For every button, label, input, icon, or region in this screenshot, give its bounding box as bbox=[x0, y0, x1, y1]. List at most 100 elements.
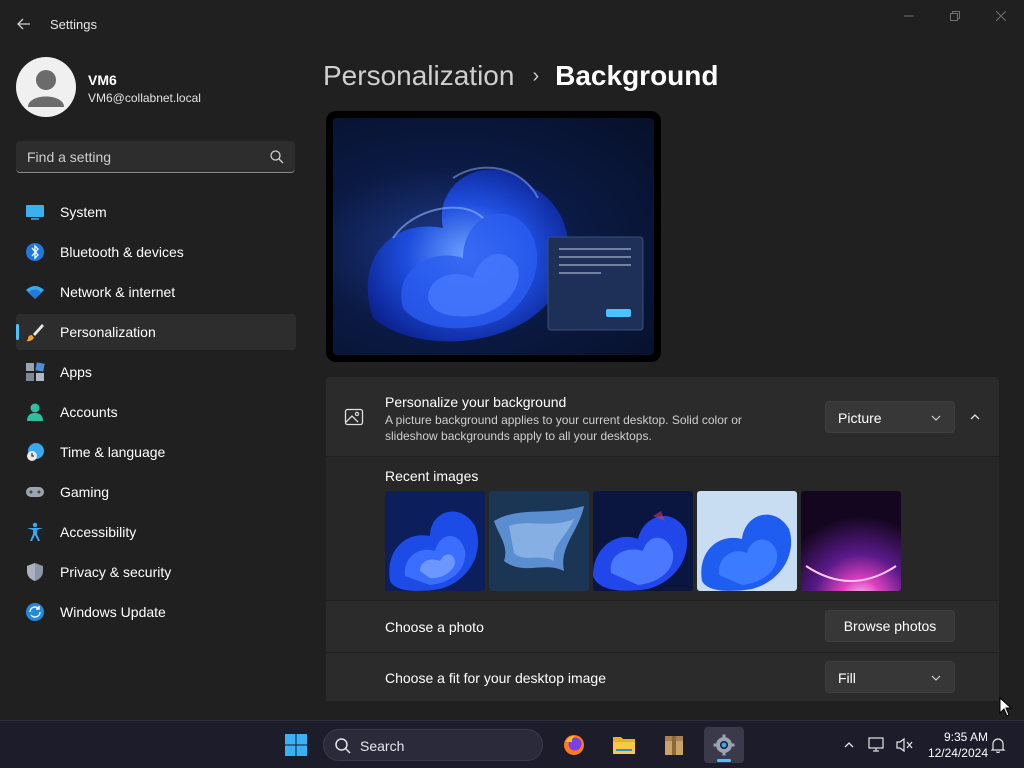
wifi-icon bbox=[26, 286, 44, 299]
bloom-blue-alt-thumbnail bbox=[593, 491, 693, 591]
sidebar-item-apps[interactable]: Apps bbox=[16, 354, 296, 390]
bloom-wallpaper-graphic bbox=[367, 166, 644, 342]
archive-icon bbox=[665, 736, 683, 755]
sidebar-item-bluetooth[interactable]: Bluetooth & devices bbox=[16, 234, 296, 270]
sidebar-item-privacy-security[interactable]: Privacy & security bbox=[16, 554, 296, 590]
taskbar-search[interactable]: Search bbox=[323, 729, 543, 761]
close-button[interactable] bbox=[978, 4, 1024, 28]
sidebar-item-label: Accessibility bbox=[60, 524, 137, 540]
monitor-network-icon bbox=[868, 737, 884, 752]
apps-icon bbox=[26, 362, 45, 381]
taskbar: Search 9:35 AM 12/24/2024 bbox=[0, 720, 1024, 768]
maximize-icon bbox=[950, 11, 960, 21]
bell-icon bbox=[990, 738, 1006, 753]
back-arrow-icon bbox=[17, 18, 30, 30]
recent-images-section: Recent images bbox=[326, 457, 999, 600]
bluetooth-icon bbox=[26, 243, 44, 261]
recent-image-4[interactable] bbox=[697, 491, 797, 591]
fit-dropdown[interactable]: Fill bbox=[825, 661, 955, 693]
close-icon bbox=[996, 11, 1006, 21]
chevron-up-icon bbox=[844, 742, 854, 748]
sidebar-item-label: Apps bbox=[60, 364, 92, 380]
accounts-icon bbox=[27, 403, 43, 421]
update-icon bbox=[26, 603, 44, 621]
maximize-button[interactable] bbox=[932, 4, 978, 28]
breadcrumb-parent[interactable]: Personalization bbox=[323, 60, 514, 92]
brush-icon bbox=[26, 324, 44, 342]
sidebar-item-gaming[interactable]: Gaming bbox=[16, 474, 296, 510]
recent-images-label: Recent images bbox=[385, 468, 479, 484]
minimize-icon bbox=[904, 15, 914, 17]
recent-image-5[interactable] bbox=[801, 491, 901, 591]
accessibility-icon bbox=[27, 522, 43, 541]
breadcrumb: Personalization › Background bbox=[323, 58, 718, 94]
chevron-down-icon bbox=[931, 675, 941, 681]
clock-globe-icon bbox=[27, 443, 44, 461]
choose-fit-label: Choose a fit for your desktop image bbox=[385, 670, 607, 686]
firefox-icon bbox=[564, 735, 584, 755]
speaker-muted-icon bbox=[896, 737, 913, 753]
sidebar-item-time-language[interactable]: Time & language bbox=[16, 434, 296, 470]
personalize-description: A picture background applies to your cur… bbox=[385, 413, 742, 443]
network-status-button[interactable] bbox=[867, 735, 887, 755]
glow-purple-thumbnail bbox=[801, 491, 901, 591]
sidebar-item-accessibility[interactable]: Accessibility bbox=[16, 514, 296, 550]
sidebar-nav: System Bluetooth & devices Network & int… bbox=[16, 194, 296, 634]
personalize-title: Personalize your background bbox=[385, 394, 567, 410]
sidebar-item-label: Gaming bbox=[60, 484, 110, 500]
windows-start-icon[interactable] bbox=[284, 733, 308, 757]
taskbar-archive[interactable] bbox=[654, 727, 694, 763]
sidebar-item-network[interactable]: Network & internet bbox=[16, 274, 296, 310]
notifications-button[interactable] bbox=[988, 735, 1008, 755]
choose-fit-row: Choose a fit for your desktop image Fill bbox=[326, 653, 999, 701]
choose-photo-label: Choose a photo bbox=[385, 619, 484, 635]
sidebar-item-label: System bbox=[60, 204, 107, 220]
sidebar-item-windows-update[interactable]: Windows Update bbox=[16, 594, 296, 630]
show-hidden-icons-button[interactable] bbox=[839, 735, 859, 755]
sidebar-item-personalization[interactable]: Personalization bbox=[16, 314, 296, 350]
taskbar-search-label: Search bbox=[360, 738, 405, 754]
sidebar-item-label: Personalization bbox=[60, 324, 156, 340]
gamepad-icon bbox=[26, 487, 44, 497]
back-button[interactable] bbox=[10, 10, 38, 38]
chevron-down-icon bbox=[931, 415, 941, 421]
taskbar-file-explorer[interactable] bbox=[604, 727, 644, 763]
flow-blue-thumbnail bbox=[489, 491, 589, 591]
sidebar-item-label: Windows Update bbox=[60, 604, 166, 620]
avatar[interactable] bbox=[16, 57, 76, 117]
sidebar-item-system[interactable]: System bbox=[16, 194, 296, 230]
recent-image-2[interactable] bbox=[489, 491, 589, 591]
minimize-button[interactable] bbox=[886, 4, 932, 28]
app-title: Settings bbox=[50, 17, 97, 32]
system-icon bbox=[26, 205, 44, 220]
desktop-preview bbox=[326, 111, 661, 362]
wallpaper-preview-image bbox=[333, 118, 654, 355]
sidebar-item-accounts[interactable]: Accounts bbox=[16, 394, 296, 430]
search-icon bbox=[270, 150, 284, 164]
collapse-button[interactable] bbox=[963, 405, 987, 429]
bloom-dark-blue-thumbnail bbox=[385, 491, 485, 591]
title-bar: Settings bbox=[0, 0, 1024, 48]
recent-image-3[interactable] bbox=[593, 491, 693, 591]
browse-photos-button[interactable]: Browse photos bbox=[825, 610, 955, 642]
sidebar-item-label: Bluetooth & devices bbox=[60, 244, 184, 260]
user-avatar-icon bbox=[28, 70, 64, 107]
sidebar-item-label: Privacy & security bbox=[60, 564, 172, 580]
search-input[interactable]: Find a setting bbox=[16, 141, 295, 173]
clock-time: 9:35 AM bbox=[943, 730, 988, 744]
bloom-light-thumbnail bbox=[697, 491, 797, 591]
image-icon bbox=[344, 408, 364, 426]
clock[interactable]: 9:35 AM 12/24/2024 bbox=[918, 729, 988, 761]
profile-name: VM6 bbox=[88, 72, 117, 88]
sidebar-item-label: Time & language bbox=[60, 444, 166, 460]
background-type-dropdown[interactable]: Picture bbox=[825, 401, 955, 433]
mouse-cursor-icon bbox=[999, 697, 1013, 717]
volume-button[interactable] bbox=[895, 735, 915, 755]
recent-image-1[interactable] bbox=[385, 491, 485, 591]
taskbar-settings[interactable] bbox=[704, 727, 744, 763]
sidebar-item-label: Accounts bbox=[60, 404, 118, 420]
settings-icon bbox=[713, 734, 735, 756]
taskbar-firefox[interactable] bbox=[554, 727, 594, 763]
sidebar-item-label: Network & internet bbox=[60, 284, 176, 300]
shield-icon bbox=[27, 563, 43, 581]
